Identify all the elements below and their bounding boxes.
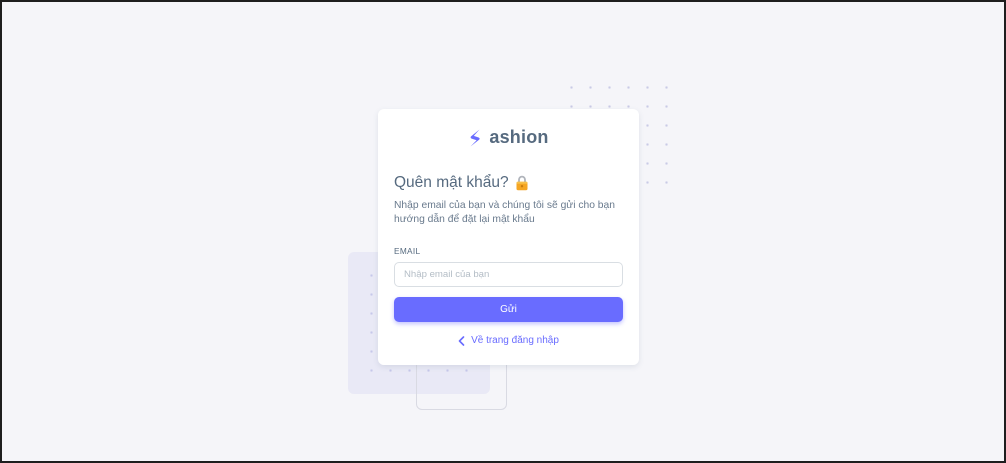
page-description: Nhập email của bạn và chúng tôi sẽ gửi c…: [394, 200, 615, 225]
email-label: EMAIL: [394, 246, 421, 256]
chevron-left-icon: [458, 335, 465, 346]
s-logo-icon: [470, 129, 481, 146]
back-to-login-link[interactable]: Về trang đăng nhập: [378, 335, 639, 346]
page-title: Quên mật khẩu?: [394, 174, 529, 192]
back-link-label: Về trang đăng nhập: [471, 335, 559, 346]
email-field[interactable]: [394, 262, 623, 287]
page-background: ashion Quên mật khẩu? Nhập email của bạn…: [0, 0, 1006, 463]
brand-name: ashion: [489, 127, 549, 147]
lock-icon: [516, 175, 528, 191]
forgot-password-card: ashion Quên mật khẩu? Nhập email của bạn…: [378, 109, 639, 365]
submit-button[interactable]: Gửi: [394, 297, 623, 322]
page-title-text: Quên mật khẩu?: [394, 174, 509, 191]
brand[interactable]: ashion: [378, 127, 639, 148]
